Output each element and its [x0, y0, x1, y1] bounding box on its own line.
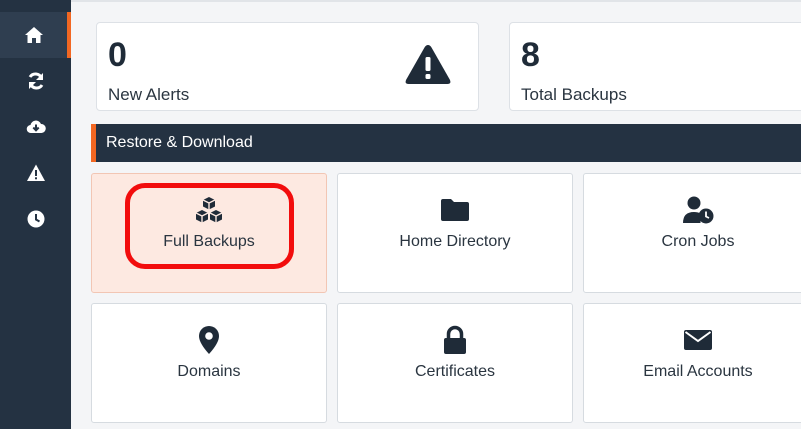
sidebar-item-history[interactable] [0, 196, 71, 242]
tile-domains[interactable]: Domains [91, 303, 327, 423]
stat-label: New Alerts [108, 85, 190, 104]
section-header: Restore & Download [91, 124, 801, 162]
tile-home-directory[interactable]: Home Directory [337, 173, 573, 293]
tile-label: Full Backups [163, 233, 255, 250]
stat-value: 8 [521, 36, 540, 74]
stat-label: Total Backups [521, 85, 627, 104]
envelope-icon [684, 330, 712, 350]
refresh-icon [28, 72, 43, 90]
sidebar-item-home[interactable] [0, 12, 71, 58]
home-icon [24, 27, 43, 43]
sidebar-item-download[interactable] [0, 104, 71, 150]
top-divider [71, 0, 801, 2]
tile-certificates[interactable]: Certificates [337, 303, 573, 423]
folder-icon [441, 199, 469, 221]
warning-triangle-icon [405, 45, 451, 84]
warning-icon [26, 164, 45, 181]
tile-label: Domains [177, 363, 241, 380]
stat-card-alerts[interactable]: 0 New Alerts [96, 22, 479, 111]
sidebar-item-alerts[interactable] [0, 150, 71, 196]
stat-card-backups[interactable]: 8 Total Backups [509, 22, 801, 111]
tile-cron-jobs[interactable]: Cron Jobs [583, 173, 801, 293]
tile-label: Home Directory [399, 233, 511, 250]
tile-email-accounts[interactable]: Email Accounts [583, 303, 801, 423]
tile-label: Certificates [414, 363, 496, 380]
tile-full-backups[interactable]: Full Backups [91, 173, 327, 293]
cloud-download-icon [26, 120, 46, 134]
tile-label: Cron Jobs [661, 233, 735, 250]
stat-value: 0 [108, 36, 127, 74]
map-marker-icon [199, 326, 219, 354]
cubes-icon [195, 197, 223, 223]
user-clock-icon [683, 196, 714, 224]
sidebar-item-refresh[interactable] [0, 58, 71, 104]
tile-label: Email Accounts [643, 363, 753, 380]
lock-icon [444, 325, 466, 354]
sidebar [0, 0, 71, 429]
clock-icon [27, 210, 44, 228]
